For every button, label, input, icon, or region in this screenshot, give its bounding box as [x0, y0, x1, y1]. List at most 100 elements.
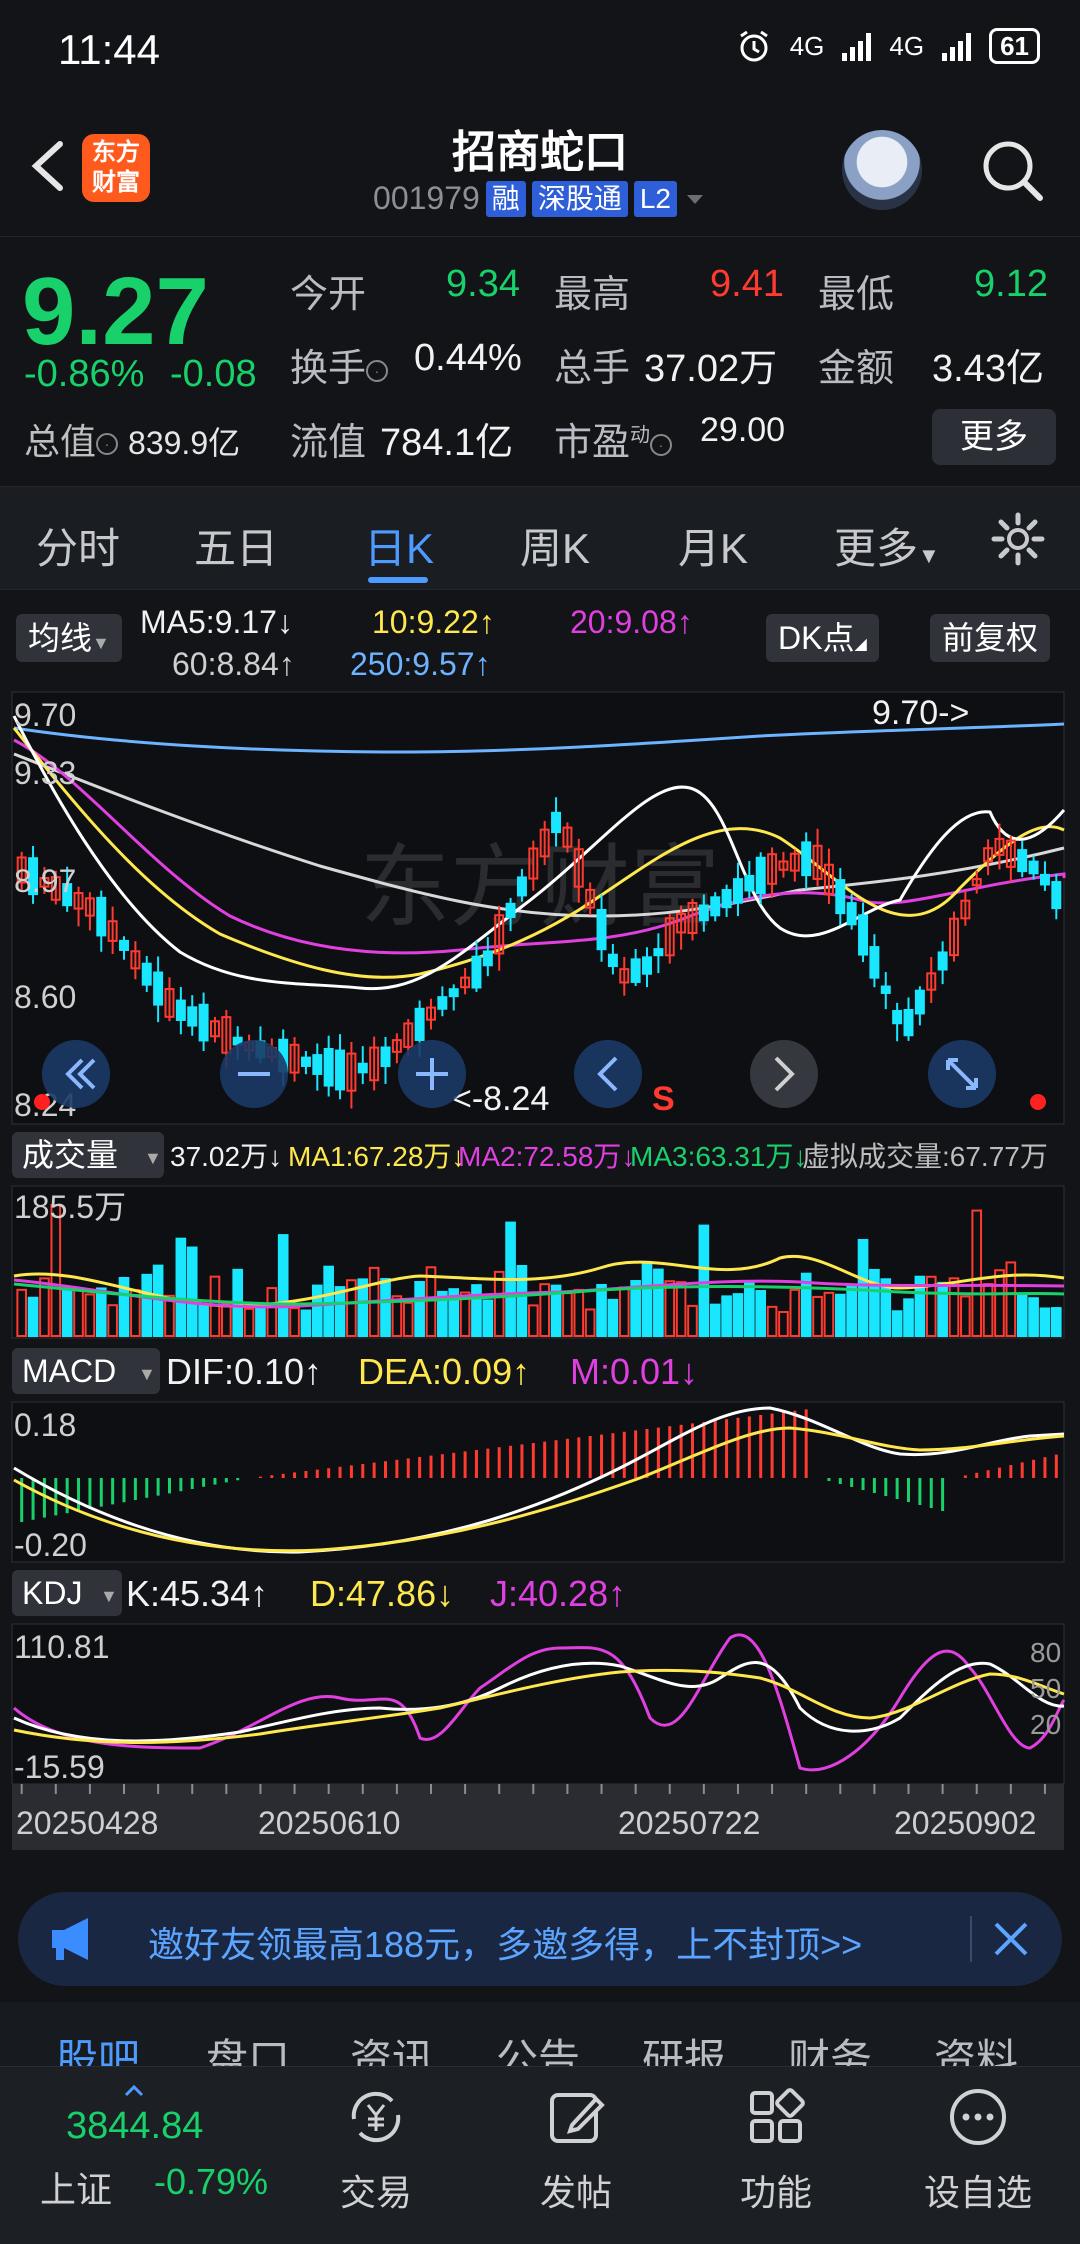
volume-bar: [27, 1296, 39, 1337]
high-marker: 9.70->: [872, 694, 969, 732]
megaphone-icon: [52, 1918, 88, 1960]
total-market-value[interactable]: 总值 · 839.9亿: [24, 413, 240, 465]
volume-bar: [1039, 1307, 1051, 1337]
candle-body: [516, 876, 527, 897]
high-value: 9.41: [710, 263, 784, 305]
x-label-1: 20250428: [16, 1805, 158, 1841]
close-icon[interactable]: [982, 1910, 1040, 1968]
stock-header: 东方 财富 招商蛇口 001979 融 深股通 L2: [0, 100, 1080, 236]
assistant-robot-icon[interactable]: [842, 130, 922, 210]
volume-bar: [744, 1280, 755, 1338]
stock-chart[interactable]: 东方财富 9.70 9.33 8.97 8.60 8.24 9.70-> <-8…: [0, 688, 1080, 1878]
candle-body: [1051, 881, 1062, 910]
macd-y-bottom: -0.20: [14, 1527, 87, 1563]
tab-weekly-k[interactable]: 周K: [520, 515, 590, 576]
index-change: -0.79%: [154, 2161, 269, 2202]
volume-bar: [903, 1298, 914, 1337]
tab-profile[interactable]: 资料: [934, 2026, 1018, 2066]
tab-announcements[interactable]: 公告: [496, 2026, 580, 2066]
dropdown-triangle-icon: ▼: [918, 543, 940, 568]
x-label-3: 20250722: [618, 1805, 760, 1841]
signal-icon: [842, 31, 872, 61]
x-label-4: 20250902: [894, 1805, 1036, 1841]
network-type-1: 4G: [789, 30, 825, 61]
candle-body: [642, 956, 652, 975]
index-ticker[interactable]: 3844.84 上证 -0.79%: [20, 2085, 300, 2225]
candle-body: [721, 889, 732, 909]
dropdown-triangle-icon: ▼: [92, 633, 110, 653]
tag-connect: 深股通: [531, 180, 628, 217]
candle-body: [198, 1003, 209, 1042]
tab-research[interactable]: 研报: [642, 2026, 726, 2066]
nav-functions[interactable]: 功能: [716, 2085, 836, 2216]
tag-margin: 融: [485, 180, 526, 217]
nav-post[interactable]: 发帖: [516, 2085, 636, 2216]
candle-body: [357, 1062, 368, 1074]
tag-level2: L2: [633, 180, 677, 217]
signal-dot-left: [34, 1094, 50, 1110]
dk-point-selector[interactable]: DK点◢: [766, 614, 879, 662]
gear-icon[interactable]: [990, 511, 1046, 567]
info-icon: ·: [366, 359, 389, 382]
zoom-out-button[interactable]: [220, 1040, 288, 1108]
candle-body: [755, 856, 766, 895]
turnover-label[interactable]: 换手 ·: [290, 337, 389, 392]
adjust-selector[interactable]: 前复权: [930, 614, 1051, 662]
volume-bar: [607, 1298, 619, 1338]
tab-pankou[interactable]: 盘口: [206, 2026, 290, 2066]
candle-body: [914, 989, 925, 1015]
ma20-value: 20:9.08↑: [570, 604, 693, 640]
last-price: 9.27: [22, 258, 209, 365]
bottom-navigation: 3844.84 上证 -0.79% 交易 发帖 功能 设自选: [0, 2066, 1080, 2244]
x-label-2: 20250610: [258, 1805, 400, 1841]
nav-add-watchlist[interactable]: 设自选: [918, 2085, 1038, 2216]
yuan-exchange-icon: [351, 2091, 401, 2143]
zoom-in-button[interactable]: [398, 1040, 466, 1108]
tab-more[interactable]: 更多▼: [834, 515, 940, 576]
next-candle-button[interactable]: [750, 1040, 818, 1108]
volume-bar: [755, 1290, 767, 1337]
candle-body: [1017, 849, 1028, 873]
promo-text: 邀好友领最高188元，多邀多得，上不封顶>>: [148, 1924, 863, 1965]
pe-label[interactable]: 市盈动 ·: [554, 411, 673, 466]
sell-signal: S: [652, 1080, 675, 1118]
candle-body: [858, 914, 869, 956]
search-icon[interactable]: [978, 136, 1046, 204]
tab-guba[interactable]: 股吧: [56, 2026, 140, 2066]
tab-news[interactable]: 资讯: [350, 2026, 434, 2066]
more-quote-button[interactable]: 更多: [932, 409, 1056, 465]
volume-bar: [311, 1284, 323, 1337]
candle-body: [710, 896, 721, 917]
tab-five-day[interactable]: 五日: [194, 515, 278, 576]
open-value: 9.34: [446, 263, 520, 305]
volume-y-max: 185.5万: [14, 1189, 126, 1225]
promo-banner[interactable]: 邀好友领最高188元，多邀多得，上不封顶>>: [18, 1892, 1062, 1986]
candle-body: [801, 841, 812, 877]
volume-bar: [334, 1286, 346, 1337]
tab-monthly-k[interactable]: 月K: [678, 515, 748, 576]
volume-bar: [323, 1265, 334, 1338]
tab-financials[interactable]: 财务: [788, 2026, 872, 2066]
turnover-value: 0.44%: [414, 337, 522, 379]
ma60-value: 60:8.84↑: [172, 646, 295, 682]
tab-daily-k[interactable]: 日K: [364, 515, 434, 576]
tab-intraday[interactable]: 分时: [36, 515, 120, 576]
ma-selector[interactable]: 均线▼: [16, 614, 122, 662]
prev-candle-button[interactable]: [574, 1040, 642, 1108]
nav-trade[interactable]: 交易: [316, 2085, 436, 2216]
volume-bar: [721, 1295, 732, 1337]
volume-bar: [653, 1268, 664, 1337]
fullscreen-button[interactable]: [928, 1040, 996, 1108]
info-icon: ·: [650, 433, 673, 456]
candle-body: [153, 971, 164, 1006]
chart-scroll-left-button[interactable]: [42, 1040, 110, 1108]
candle-body: [607, 953, 618, 968]
edit-icon: [550, 2093, 605, 2143]
volume-value: 37.02万↓: [170, 1141, 282, 1172]
candle-body: [414, 1007, 425, 1041]
vol-ma2: MA2:72.58万↓: [458, 1141, 635, 1172]
volume-bar: [857, 1238, 869, 1338]
stock-code: 001979: [373, 180, 480, 216]
low-label: 最低: [818, 274, 895, 316]
float-mv-value: 784.1亿: [380, 422, 514, 464]
